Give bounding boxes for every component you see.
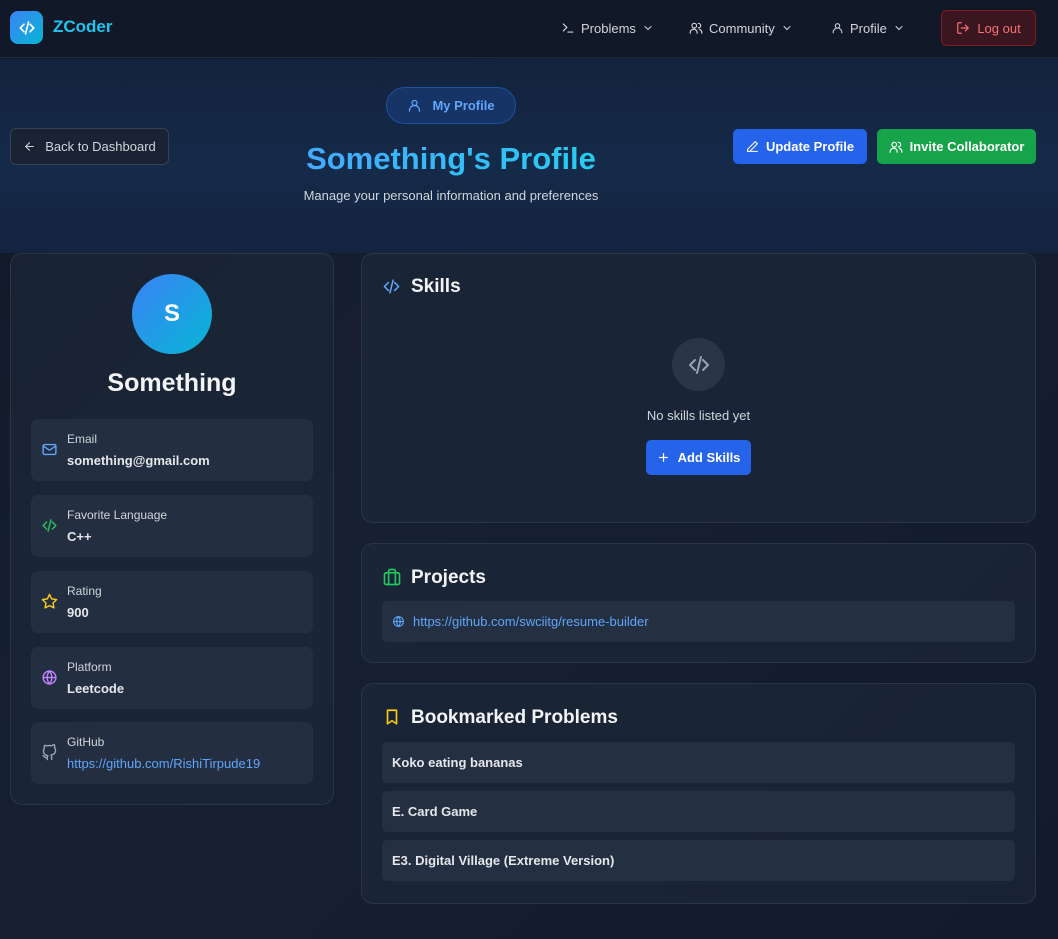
language-label: Favorite Language — [67, 508, 168, 522]
project-url: https://github.com/swciitg/resume-builde… — [413, 614, 649, 629]
add-skills-button[interactable]: Add Skills — [646, 440, 751, 475]
github-field: GitHub https://github.com/RishiTirpude19 — [31, 722, 313, 784]
nav-community[interactable]: Community — [689, 19, 793, 37]
profile-name: Something — [107, 369, 237, 397]
arrow-left-icon — [25, 142, 35, 151]
users-icon — [689, 22, 703, 34]
skills-empty-text: No skills listed yet — [646, 408, 751, 423]
pill-label: My Profile — [432, 98, 495, 113]
nav-problems[interactable]: Problems — [561, 19, 654, 37]
chevron-down-icon — [644, 26, 652, 31]
skills-title: Skills — [411, 276, 461, 297]
user-icon — [409, 99, 421, 112]
language-value: C++ — [67, 529, 92, 544]
platform-value: Leetcode — [67, 681, 125, 696]
plus-icon — [658, 453, 668, 462]
bookmarks-title: Bookmarked Problems — [411, 707, 618, 728]
logout-icon — [957, 22, 970, 34]
logo-code-icon[interactable] — [10, 11, 43, 44]
top-navbar: ZCoder Problems Community Profile Log ou… — [0, 0, 1058, 58]
nav-community-label: Community — [709, 20, 775, 36]
page-title: Something's Profile — [251, 141, 651, 177]
nav-problems-label: Problems — [581, 20, 636, 36]
bookmark-item[interactable]: Koko eating bananas — [382, 742, 1015, 783]
back-label: Back to Dashboard — [45, 139, 156, 154]
nav-profile-label: Profile — [850, 20, 887, 36]
pencil-icon — [747, 141, 758, 152]
invite-collaborator-button[interactable]: Invite Collaborator — [877, 129, 1036, 164]
chevron-down-icon — [783, 26, 791, 31]
code-icon — [42, 519, 57, 532]
email-value: something@gmail.com — [67, 453, 210, 468]
rating-field: Rating 900 — [31, 571, 313, 633]
page-subtitle: Manage your personal information and pre… — [303, 188, 599, 203]
skills-empty-badge — [672, 338, 725, 391]
update-profile-button[interactable]: Update Profile — [733, 129, 867, 164]
mail-icon — [42, 443, 57, 456]
star-icon — [41, 593, 58, 609]
add-skills-label: Add Skills — [677, 450, 741, 465]
project-link[interactable]: https://github.com/swciitg/resume-builde… — [382, 601, 1015, 642]
back-to-dashboard-button[interactable]: Back to Dashboard — [10, 128, 169, 165]
github-icon — [42, 744, 57, 761]
email-field: Email something@gmail.com — [31, 419, 313, 481]
update-profile-label: Update Profile — [765, 139, 855, 154]
user-icon — [832, 23, 843, 34]
logout-button[interactable]: Log out — [941, 10, 1036, 46]
projects-title: Projects — [411, 567, 486, 588]
logout-label: Log out — [977, 20, 1021, 36]
bookmark-item[interactable]: E. Card Game — [382, 791, 1015, 832]
rating-value: 900 — [67, 605, 89, 620]
code-icon — [688, 355, 709, 374]
users-icon — [889, 141, 902, 153]
code-icon — [383, 279, 400, 294]
my-profile-pill: My Profile — [386, 87, 516, 124]
rating-label: Rating — [67, 584, 102, 598]
platform-field: Platform Leetcode — [31, 647, 313, 709]
bookmark-item[interactable]: E3. Digital Village (Extreme Version) — [382, 840, 1015, 881]
avatar: S — [132, 274, 212, 354]
github-link[interactable]: https://github.com/RishiTirpude19 — [67, 756, 260, 771]
globe-icon — [393, 615, 404, 628]
bookmark-icon — [386, 709, 398, 725]
email-label: Email — [67, 432, 98, 446]
nav-profile[interactable]: Profile — [831, 19, 905, 37]
platform-label: Platform — [67, 660, 112, 674]
chevron-down-icon — [895, 26, 903, 31]
github-label: GitHub — [67, 735, 105, 749]
globe-icon — [42, 670, 57, 685]
terminal-icon — [562, 23, 574, 33]
briefcase-icon — [383, 568, 401, 586]
favorite-language-field: Favorite Language C++ — [31, 495, 313, 557]
app-name[interactable]: ZCoder — [53, 17, 113, 37]
invite-label: Invite Collaborator — [909, 139, 1025, 154]
